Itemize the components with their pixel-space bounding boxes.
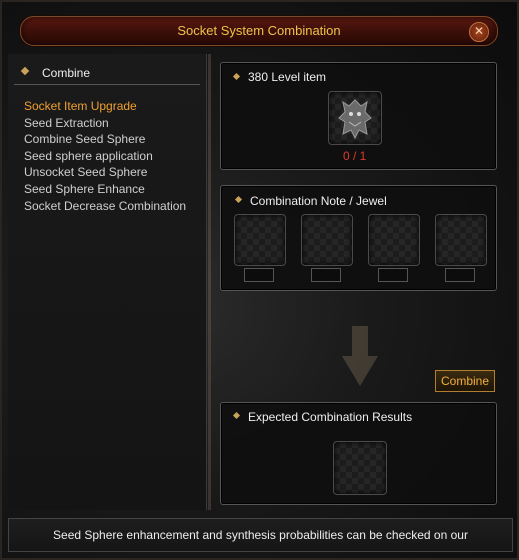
diamond-icon [232, 411, 241, 420]
menu-item-socket-item-upgrade[interactable]: Socket Item Upgrade [24, 98, 186, 115]
diamond-icon [234, 195, 243, 204]
jewel-slot[interactable] [368, 214, 420, 266]
menu-item-socket-decrease-combination[interactable]: Socket Decrease Combination [24, 198, 186, 215]
jewel-slot[interactable] [435, 214, 487, 266]
socket-system-window: Socket System Combination ✕ Combine Sock… [0, 0, 519, 560]
jewel-count-field [244, 268, 274, 282]
window-title: Socket System Combination [177, 23, 341, 38]
menu-item-combine-seed-sphere[interactable]: Combine Seed Sphere [24, 131, 186, 148]
jewel-count-field [311, 268, 341, 282]
combination-menu: Socket Item Upgrade Seed Extraction Comb… [24, 98, 186, 214]
jewel-count-field [445, 268, 475, 282]
demon-armor-icon [338, 99, 372, 140]
result-section: Expected Combination Results [220, 402, 497, 505]
menu-item-seed-sphere-enhance[interactable]: Seed Sphere Enhance [24, 181, 186, 198]
menu-item-unsocket-seed-sphere[interactable]: Unsocket Seed Sphere [24, 164, 186, 181]
item-count: 0 / 1 [343, 149, 367, 163]
combine-header: Combine [14, 62, 200, 85]
diamond-icon [232, 72, 241, 81]
combine-button[interactable]: Combine [435, 370, 495, 392]
footer-notice: Seed Sphere enhancement and synthesis pr… [8, 518, 513, 552]
jewel-section: Combination Note / Jewel [220, 185, 497, 291]
down-arrow-icon [342, 326, 378, 386]
item-slot[interactable] [328, 91, 382, 145]
jewel-count-field [378, 268, 408, 282]
menu-item-seed-sphere-application[interactable]: Seed sphere application [24, 148, 186, 165]
jewel-section-label: Combination Note / Jewel [250, 194, 387, 208]
menu-item-seed-extraction[interactable]: Seed Extraction [24, 115, 186, 132]
jewel-slot[interactable] [234, 214, 286, 266]
title-bar: Socket System Combination ✕ [20, 16, 498, 46]
diamond-icon [20, 66, 30, 76]
left-panel: Combine Socket Item Upgrade Seed Extract… [8, 54, 211, 510]
footer-text: Seed Sphere enhancement and synthesis pr… [53, 528, 468, 542]
item-section-label: 380 Level item [248, 70, 327, 84]
item-section: 380 Level item 0 / 1 [220, 62, 497, 170]
close-icon[interactable]: ✕ [469, 22, 489, 42]
jewel-slot[interactable] [301, 214, 353, 266]
result-section-label: Expected Combination Results [248, 410, 413, 424]
combine-header-label: Combine [42, 66, 91, 80]
result-slot [333, 441, 387, 495]
